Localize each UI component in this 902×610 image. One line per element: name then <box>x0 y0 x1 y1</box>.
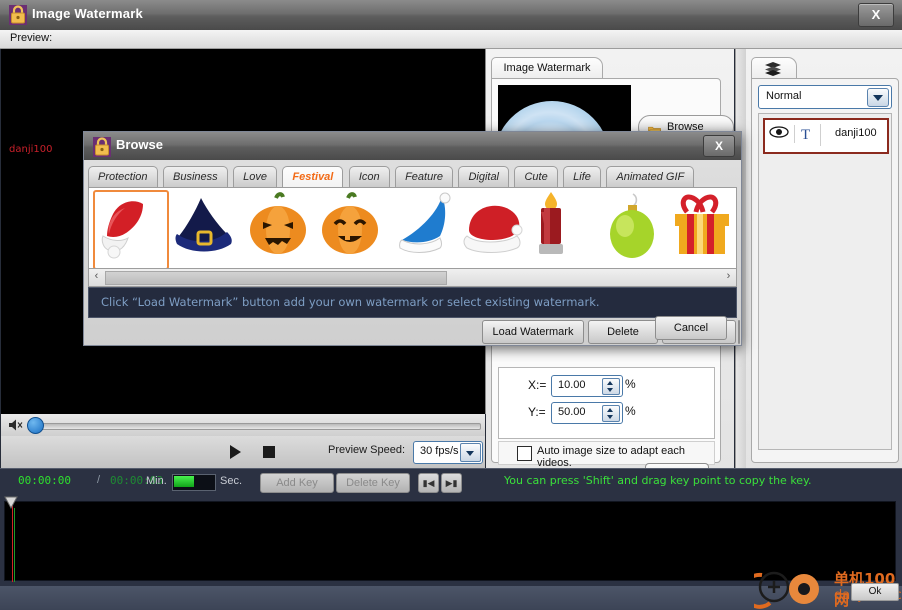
add-key-button[interactable]: Add Key <box>260 473 334 493</box>
preview-overlay-text: danji100 <box>9 144 53 155</box>
tab-cute[interactable]: Cute <box>514 166 558 187</box>
preview-speed-label: Preview Speed: <box>328 444 406 456</box>
auto-size-checkbox[interactable] <box>517 446 532 461</box>
timecode-bar: 00:00:00 / 00:00:03 Min. Sec. Add Key De… <box>0 468 902 496</box>
layer-name: danji100 <box>835 127 877 139</box>
preview-label: Preview: <box>10 32 53 44</box>
thumbnail-pumpkin-scary[interactable] <box>243 190 315 266</box>
watermark-thumbnail-strip[interactable] <box>88 187 737 270</box>
thumbnail-santa-hat-lying[interactable] <box>459 190 531 266</box>
volume-bar <box>1 414 485 437</box>
x-value: 10.00 <box>558 379 586 391</box>
tab-image-watermark[interactable]: Image Watermark <box>491 57 603 79</box>
time-separator: / <box>97 474 101 486</box>
category-tabs: Protection Business Love Festival Icon F… <box>88 166 741 208</box>
skip-previous-icon[interactable]: ▮◀ <box>418 473 439 493</box>
dialog-body: Protection Business Love Festival Icon F… <box>84 160 741 345</box>
tab-digital[interactable]: Digital <box>458 166 510 187</box>
dialog-titlebar: Browse X <box>84 132 741 160</box>
preview-speed-value: 30 fps/s <box>420 445 459 457</box>
app-window: Image Watermark X Preview: danji100 纳豆函N… <box>0 0 902 610</box>
text-T-icon: T <box>801 124 822 146</box>
site-branding-watermark: 单机100网 danji100.com Ok <box>741 565 902 610</box>
dialog-close-button[interactable]: X <box>703 135 735 157</box>
play-icon[interactable] <box>230 445 241 459</box>
x-label: X:= <box>528 378 547 392</box>
tab-protection[interactable]: Protection <box>88 166 158 187</box>
danji-logo-icon <box>741 571 819 609</box>
ok-overlay-button: Ok <box>851 583 899 601</box>
tab-layers[interactable] <box>751 57 797 79</box>
timeline-key-line <box>14 508 15 582</box>
x-stepper-arrows[interactable] <box>602 378 620 395</box>
dialog-hint-box: Click “Load Watermark” button add your o… <box>88 287 737 318</box>
stop-icon[interactable] <box>263 446 275 458</box>
layers-body: Normal T danji100 <box>751 78 899 463</box>
browse-dialog: Browse X Protection Business Love Festiv… <box>83 131 742 346</box>
volume-slider-track[interactable] <box>29 423 481 430</box>
min-sec-toggle[interactable] <box>172 474 216 491</box>
window-titlebar: Image Watermark X <box>0 0 902 31</box>
tab-animated-gif[interactable]: Animated GIF <box>606 166 695 187</box>
spacer <box>738 320 740 344</box>
load-watermark-button[interactable]: Load Watermark <box>482 320 584 344</box>
eye-icon[interactable] <box>768 125 795 143</box>
speaker-mute-icon[interactable] <box>8 418 24 432</box>
cancel-button[interactable]: Cancel <box>655 316 727 340</box>
delete-key-button[interactable]: Delete Key <box>336 473 410 493</box>
y-unit: % <box>625 404 636 418</box>
window-close-button[interactable]: X <box>858 3 894 27</box>
volume-slider-knob[interactable] <box>27 417 44 434</box>
y-label: Y:= <box>528 405 546 419</box>
x-stepper[interactable]: 10.00 <box>551 375 623 397</box>
delete-button[interactable]: Delete <box>588 320 658 344</box>
sec-label: Sec. <box>220 475 243 487</box>
min-label: Min. <box>146 475 167 487</box>
auto-size-row: Auto image size to adapt each videos. <box>498 441 715 469</box>
thumbnail-santa-hat-blue[interactable] <box>387 190 459 266</box>
thumbnail-scrollbar[interactable]: ‹ › <box>88 268 737 287</box>
tab-festival[interactable]: Festival <box>282 166 344 187</box>
tab-love[interactable]: Love <box>233 166 277 187</box>
skip-next-icon[interactable]: ▶▮ <box>441 473 462 493</box>
chevron-right-icon[interactable]: › <box>722 270 735 283</box>
timeline-playhead-line <box>12 504 13 582</box>
tab-icon[interactable]: Icon <box>348 166 390 187</box>
preview-label-bar: Preview: <box>0 30 902 49</box>
thumbnail-candle-red[interactable] <box>531 190 603 266</box>
y-value: 50.00 <box>558 406 586 418</box>
thumbnail-santa-hat-red[interactable] <box>93 190 169 270</box>
preview-speed-select[interactable]: 30 fps/s <box>413 441 483 464</box>
chevron-down-icon[interactable] <box>867 88 889 107</box>
thumbnail-wizard-hat-blue[interactable] <box>171 190 243 266</box>
layers-panel: Normal T danji100 <box>746 49 902 515</box>
lock-icon <box>92 136 112 158</box>
thumbnail-gift-box[interactable] <box>667 190 739 266</box>
dialog-title: Browse <box>116 137 163 152</box>
list-item[interactable]: T danji100 <box>763 118 889 154</box>
thumbnail-pumpkin-smiling[interactable] <box>315 190 387 266</box>
tab-life[interactable]: Life <box>563 166 601 187</box>
scrollbar-thumb[interactable] <box>105 271 447 285</box>
blend-mode-value: Normal <box>766 90 802 102</box>
blend-mode-select[interactable]: Normal <box>758 85 892 109</box>
y-stepper-arrows[interactable] <box>602 405 620 422</box>
current-time: 00:00:00 <box>18 474 71 487</box>
window-title: Image Watermark <box>32 6 143 21</box>
layer-list[interactable]: T danji100 <box>758 113 892 450</box>
transport-bar: Preview Speed: 30 fps/s <box>1 436 485 469</box>
position-coordinates: X:= 10.00 % Y:= 50.00 % <box>498 367 715 439</box>
timeline-playhead-handle[interactable] <box>4 496 20 510</box>
tab-feature[interactable]: Feature <box>395 166 453 187</box>
dialog-hint-text: Click “Load Watermark” button add your o… <box>101 295 600 309</box>
lock-icon <box>8 4 28 26</box>
y-stepper[interactable]: 50.00 <box>551 402 623 424</box>
dialog-buttons: Load Watermark Delete Ok <box>84 318 741 345</box>
chevron-down-icon[interactable] <box>460 443 481 462</box>
chevron-left-icon[interactable]: ‹ <box>90 270 103 283</box>
thumbnail-ornament-green[interactable] <box>603 190 675 266</box>
x-unit: % <box>625 377 636 391</box>
tab-business[interactable]: Business <box>162 166 228 187</box>
keyframe-hint: You can press 'Shift' and drag key point… <box>504 474 812 487</box>
